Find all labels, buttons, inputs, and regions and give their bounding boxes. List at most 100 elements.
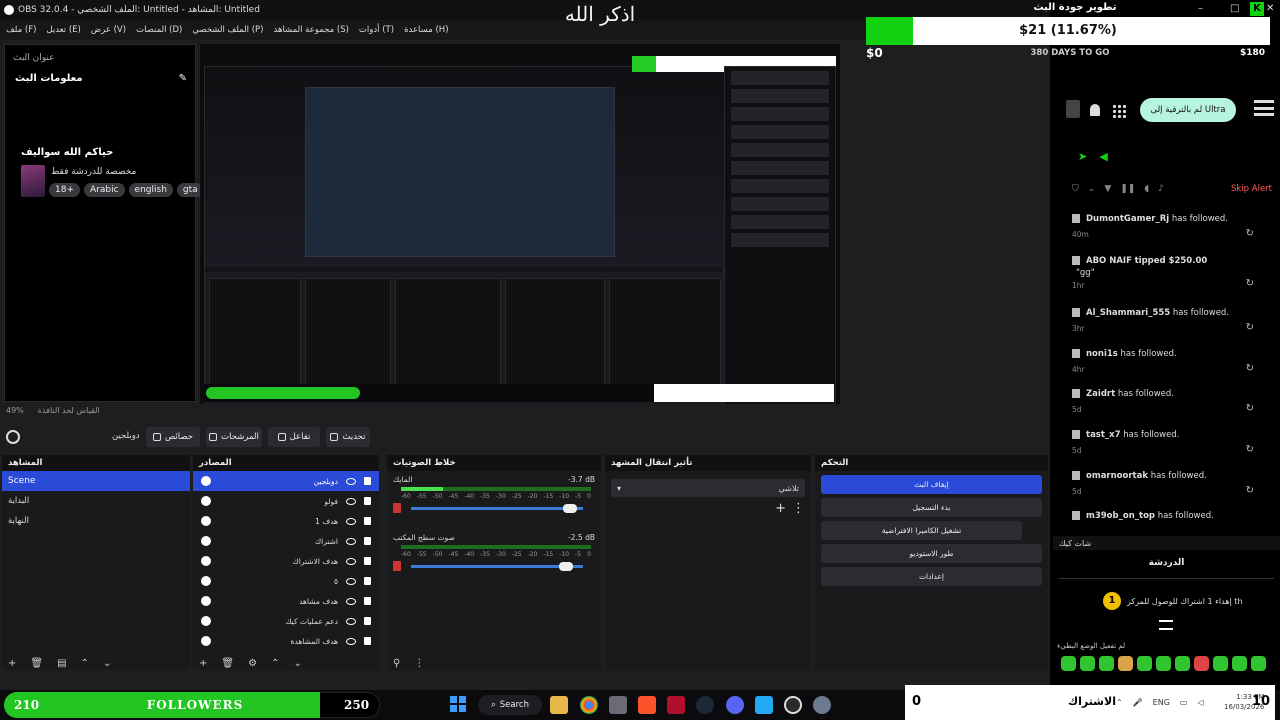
network-icon[interactable]: ▭ bbox=[1180, 698, 1188, 707]
visibility-icon[interactable] bbox=[346, 517, 356, 525]
scene-item[interactable]: Scene bbox=[2, 471, 190, 491]
app-icon[interactable] bbox=[667, 696, 685, 714]
source-item[interactable]: اشتراك bbox=[193, 531, 379, 551]
chrome-icon[interactable] bbox=[580, 696, 598, 714]
mic-icon[interactable]: 🎤 bbox=[1133, 698, 1143, 707]
send-icon[interactable]: ➤ bbox=[1078, 150, 1087, 163]
apps-grid-icon[interactable] bbox=[1112, 104, 1126, 118]
settings-icon[interactable] bbox=[813, 696, 831, 714]
menu-edit[interactable]: تعديل (E) bbox=[46, 25, 80, 35]
source-item[interactable]: ٥ bbox=[193, 571, 379, 591]
avatar[interactable] bbox=[1066, 100, 1080, 118]
start-recording-button[interactable]: بدء التسجيل bbox=[821, 498, 1042, 517]
skip-alert-button[interactable]: Skip Alert bbox=[1231, 184, 1272, 194]
menu-help[interactable]: مساعدة (H) bbox=[404, 25, 448, 35]
obs-preview[interactable] bbox=[200, 44, 840, 404]
visibility-icon[interactable] bbox=[346, 577, 356, 585]
replay-icon[interactable]: ↻ bbox=[1246, 322, 1254, 333]
source-item[interactable]: هدف الاشتراك bbox=[193, 551, 379, 571]
add-icon[interactable]: + bbox=[775, 501, 786, 516]
megaphone-icon[interactable]: ◀ bbox=[1099, 150, 1107, 163]
add-icon[interactable]: + bbox=[199, 658, 207, 669]
replay-icon[interactable]: ↻ bbox=[1246, 363, 1254, 374]
menu-profile[interactable]: الملف الشخصي (P) bbox=[192, 25, 263, 35]
studio-mode-button[interactable]: طور الاستوديو bbox=[821, 544, 1042, 563]
source-item[interactable]: هدف مشاهد bbox=[193, 591, 379, 611]
emote-icon[interactable] bbox=[1194, 656, 1209, 671]
maximize-icon[interactable]: □ bbox=[1230, 3, 1239, 14]
replay-icon[interactable]: ↻ bbox=[1246, 228, 1254, 239]
replay-icon[interactable]: ↻ bbox=[1246, 403, 1254, 414]
emote-icon[interactable] bbox=[1251, 656, 1266, 671]
steam-icon[interactable] bbox=[696, 696, 714, 714]
volume-slider-knob[interactable] bbox=[559, 562, 573, 571]
pause-icon[interactable]: ❚❚ bbox=[1120, 184, 1135, 194]
lock-icon[interactable] bbox=[364, 537, 371, 545]
visibility-icon[interactable] bbox=[346, 637, 356, 645]
close-icon[interactable]: ✕ bbox=[1266, 3, 1274, 14]
lock-icon[interactable] bbox=[364, 517, 371, 525]
lock-icon[interactable] bbox=[364, 577, 371, 585]
menu-file[interactable]: ملف (F) bbox=[6, 25, 36, 35]
brave-icon[interactable] bbox=[638, 696, 656, 714]
refresh-button[interactable]: تحديث bbox=[326, 427, 370, 447]
store-icon[interactable] bbox=[609, 696, 627, 714]
visibility-icon[interactable] bbox=[346, 477, 356, 485]
volume-slider[interactable] bbox=[411, 565, 583, 568]
shield-icon[interactable]: ⛉ bbox=[1072, 184, 1079, 194]
mute-icon[interactable]: ◖ bbox=[1144, 184, 1149, 194]
discord-icon[interactable] bbox=[726, 696, 744, 714]
visibility-icon[interactable] bbox=[346, 557, 356, 565]
menu-icon[interactable] bbox=[1254, 100, 1274, 116]
volume-slider[interactable] bbox=[411, 507, 583, 510]
gear-icon[interactable]: ⚙ bbox=[248, 658, 257, 669]
scroll-down-icon[interactable] bbox=[1159, 620, 1173, 630]
scale-mode[interactable]: القياس لحد النافذة bbox=[38, 406, 100, 420]
visibility-icon[interactable] bbox=[346, 497, 356, 505]
interact-button[interactable]: تفاعل bbox=[268, 427, 320, 447]
scene-item[interactable]: النهاية bbox=[2, 511, 190, 531]
speaker-icon[interactable] bbox=[393, 503, 401, 513]
emote-icon[interactable] bbox=[1156, 656, 1171, 671]
source-item[interactable]: هدف المشاهدة bbox=[193, 631, 379, 651]
menu-tools[interactable]: أدوات (T) bbox=[359, 25, 394, 35]
filter-icon[interactable]: ▼ bbox=[1104, 184, 1111, 194]
replay-icon[interactable]: ↻ bbox=[1246, 444, 1254, 455]
menu-scene-collection[interactable]: مجموعة المشاهد (S) bbox=[274, 25, 349, 35]
filter-icon[interactable]: ▤ bbox=[57, 658, 66, 669]
volume-slider-knob[interactable] bbox=[563, 504, 577, 513]
menu-view[interactable]: عرض (V) bbox=[91, 25, 126, 35]
settings-button[interactable]: إعدادات bbox=[821, 567, 1042, 586]
lock-icon[interactable] bbox=[364, 617, 371, 625]
taskbar-search[interactable]: ⌕ Search bbox=[478, 695, 542, 715]
bell-icon[interactable]: ♪ bbox=[1158, 184, 1164, 194]
lock-icon[interactable] bbox=[364, 557, 371, 565]
more-icon[interactable]: ⋮ bbox=[792, 501, 805, 516]
replay-icon[interactable]: ↻ bbox=[1246, 278, 1254, 289]
source-item[interactable]: دعم عمليات كيك bbox=[193, 611, 379, 631]
trash-icon[interactable]: 🗑 bbox=[30, 658, 43, 669]
emote-icon[interactable] bbox=[1137, 656, 1152, 671]
menu-docks[interactable]: المنصات (D) bbox=[136, 25, 182, 35]
bell-icon[interactable] bbox=[1090, 104, 1100, 116]
down-arrow-icon[interactable]: ⌄ bbox=[293, 658, 301, 669]
lock-icon[interactable] bbox=[364, 477, 371, 485]
visibility-icon[interactable] bbox=[346, 617, 356, 625]
chevron-down-icon[interactable]: ⌄ bbox=[1088, 184, 1096, 194]
upgrade-ultra-button[interactable]: لم بالترقية إلى Ultra bbox=[1140, 98, 1236, 122]
volume-icon[interactable]: ◁ bbox=[1197, 698, 1203, 707]
edit-icon[interactable]: ✎ bbox=[179, 73, 187, 84]
down-arrow-icon[interactable]: ⌄ bbox=[103, 658, 111, 669]
emote-icon[interactable] bbox=[1080, 656, 1095, 671]
lock-icon[interactable] bbox=[364, 497, 371, 505]
chevron-up-icon[interactable]: ⌃ bbox=[1116, 698, 1123, 707]
source-item[interactable]: فولو bbox=[193, 491, 379, 511]
emote-icon[interactable] bbox=[1232, 656, 1247, 671]
emote-icon[interactable] bbox=[1099, 656, 1114, 671]
minimize-icon[interactable]: – bbox=[1198, 3, 1203, 14]
lock-icon[interactable] bbox=[364, 597, 371, 605]
speaker-icon[interactable] bbox=[393, 561, 401, 571]
up-arrow-icon[interactable]: ⌃ bbox=[271, 658, 279, 669]
up-arrow-icon[interactable]: ⌃ bbox=[81, 658, 89, 669]
scene-item[interactable]: البداية bbox=[2, 491, 190, 511]
